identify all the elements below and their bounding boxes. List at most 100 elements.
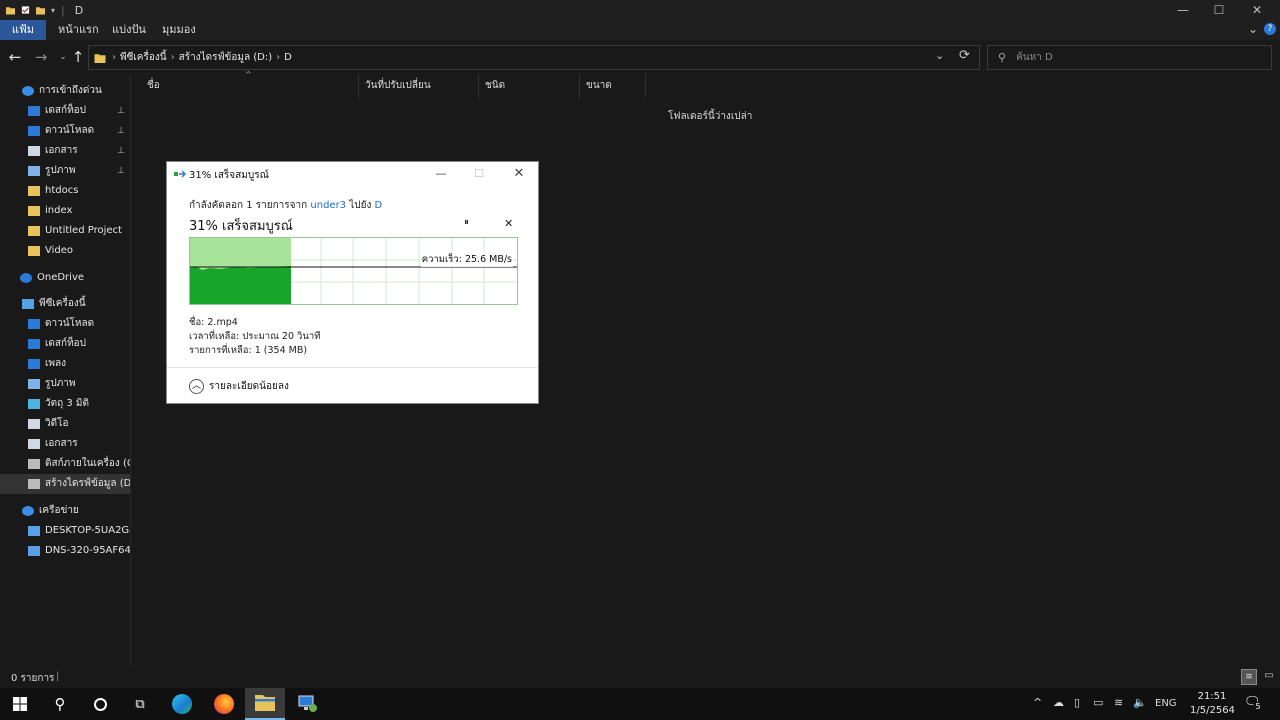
search-box[interactable]: ⚲ ค้นหา D (987, 45, 1272, 70)
sidebar-item[interactable]: DESKTOP-5UA2G81 (0, 521, 130, 541)
new-folder-icon[interactable] (36, 5, 45, 15)
back-arrow-icon[interactable]: ← (6, 48, 24, 66)
dialog-minimize-button[interactable]: — (433, 166, 449, 182)
address-dropdown-icon[interactable]: ⌄ (935, 49, 944, 62)
navigation-pane: การเข้าถึงด่วน เดสก์ท็อป ⊥ ดาวน์โหลด ⊥ เอกสาร… (0, 74, 131, 668)
show-hidden-icons-icon[interactable]: ^ (1033, 696, 1042, 709)
fewer-details-button[interactable]: ︿ รายละเอียดน้อยลง (189, 379, 289, 394)
sidebar-item[interactable]: สร้างไดรฟ์ข้อมูล (D:) (0, 474, 130, 494)
sidebar-item[interactable]: พีซีเครื่องนี้ (0, 294, 130, 314)
desktop-icon (28, 339, 40, 349)
sidebar-item-label: พีซีเครื่องนี้ (39, 298, 86, 309)
task-view-icon[interactable]: ⧉ (120, 688, 160, 720)
taskbar: ⚲ ⧉ ^ ☁ ▯ ▭ ≋ 🔈 ENG 21:51 1/5/2564 🗨 5 (0, 688, 1280, 720)
search-taskbar-icon[interactable]: ⚲ (40, 688, 80, 720)
sidebar-item[interactable]: ดิสก์ภายในเครื่อง (C:) (0, 454, 130, 474)
pause-button[interactable]: ⏸ (464, 217, 469, 228)
column-name[interactable]: ชื่อ (141, 74, 359, 98)
sidebar-item[interactable]: ดาวน์โหลด ⊥ (0, 121, 130, 141)
windows-icon (13, 697, 27, 711)
source-link[interactable]: under3 (310, 200, 346, 211)
sidebar-item[interactable]: Video (0, 241, 130, 261)
close-button[interactable]: ✕ (1234, 0, 1280, 20)
sidebar-item[interactable]: ดาวน์โหลด (0, 314, 130, 334)
document-icon (28, 439, 40, 449)
tab-view[interactable]: มุมมอง (152, 20, 206, 40)
battery-icon[interactable]: ▭ (1093, 696, 1103, 709)
status-divider: | (56, 671, 60, 682)
tab-share[interactable]: แบ่งปัน (102, 20, 156, 40)
window-title: D (74, 3, 84, 17)
destination-link[interactable]: D (375, 200, 383, 211)
sidebar-item[interactable]: เดสก์ท็อป (0, 334, 130, 354)
sidebar-item[interactable]: รูปภาพ ⊥ (0, 161, 130, 181)
sidebar-item[interactable]: เดสก์ท็อป ⊥ (0, 101, 130, 121)
address-bar[interactable]: › พีซีเครื่องนี้ › สร้างไดรฟ์ข้อมูล (D:)… (88, 45, 980, 70)
fewer-details-label: รายละเอียดน้อยลง (209, 381, 289, 392)
sidebar-item[interactable]: วัตถุ 3 มิติ (0, 394, 130, 414)
sidebar-item[interactable]: เอกสาร (0, 434, 130, 454)
large-icons-view-icon[interactable]: ▭ (1261, 669, 1277, 685)
pin-icon: ⊥ (117, 166, 125, 176)
breadcrumb-separator[interactable]: › (171, 52, 175, 63)
dialog-close-button[interactable]: ✕ (511, 166, 527, 182)
help-icon[interactable]: ? (1264, 23, 1276, 35)
sidebar-item[interactable]: รูปภาพ (0, 374, 130, 394)
refresh-icon[interactable]: ⟳ (959, 48, 970, 63)
forward-arrow-icon[interactable]: → (32, 48, 50, 66)
breadcrumb-drive-d[interactable]: สร้างไดรฟ์ข้อมูล (D:) (179, 50, 273, 65)
input-language[interactable]: ENG (1155, 698, 1177, 709)
details-view-icon[interactable]: ≡ (1241, 669, 1257, 685)
title-separator: | (61, 3, 65, 17)
up-arrow-icon[interactable]: ↑ (69, 48, 87, 66)
sidebar-item[interactable]: การเข้าถึงด่วน (0, 81, 130, 101)
sidebar-item-label: OneDrive (37, 272, 85, 283)
cancel-button[interactable]: ✕ (504, 217, 513, 230)
sidebar-item-label: htdocs (45, 185, 79, 196)
ribbon-collapse-icon[interactable]: ⌄ (1248, 22, 1258, 36)
breadcrumb-folder-d[interactable]: D (284, 52, 292, 63)
desktop-icon (28, 106, 40, 116)
sidebar-item[interactable]: Untitled Project (0, 221, 130, 241)
tab-home[interactable]: หน้าแรก (48, 20, 109, 40)
sidebar-item[interactable]: OneDrive (0, 268, 130, 288)
breadcrumb-this-pc[interactable]: พีซีเครื่องนี้ (120, 50, 167, 65)
sidebar-item[interactable]: index (0, 201, 130, 221)
sidebar-item-label: รูปภาพ (45, 378, 76, 389)
sidebar-item[interactable]: DNS-320-95AF64 (0, 541, 130, 561)
column-date-modified[interactable]: วันที่ปรับเปลี่ยน (359, 74, 479, 98)
properties-icon[interactable] (21, 5, 30, 15)
sidebar-item[interactable]: เอกสาร ⊥ (0, 141, 130, 161)
onedrive-icon[interactable]: ☁ (1053, 696, 1064, 709)
file-explorer-icon[interactable] (245, 688, 285, 720)
customize-toolbar-icon[interactable]: ▾ (51, 6, 55, 15)
device-icon[interactable]: ▯ (1074, 696, 1080, 709)
column-type[interactable]: ชนิด (479, 74, 580, 98)
column-size[interactable]: ขนาด (580, 74, 646, 98)
copy-mid: ไปยัง (349, 200, 372, 211)
pin-icon: ⊥ (117, 106, 125, 116)
volume-icon[interactable]: 🔈 (1133, 696, 1147, 709)
tab-file[interactable]: แฟ้ม (0, 20, 46, 40)
sidebar-item[interactable]: เพลง (0, 354, 130, 374)
clock[interactable]: 21:51 1/5/2564 (1190, 690, 1235, 718)
wifi-icon[interactable]: ≋ (1114, 696, 1123, 709)
sidebar-item[interactable]: วิดีโอ (0, 414, 130, 434)
sidebar-item-label: เอกสาร (45, 145, 78, 156)
remote-desktop-icon[interactable] (288, 688, 328, 720)
breadcrumb-separator[interactable]: › (276, 52, 280, 63)
sidebar-item-label: รูปภาพ (45, 165, 76, 176)
sidebar-item[interactable]: เครือข่าย (0, 501, 130, 521)
search-input[interactable]: ค้นหา D (1016, 50, 1053, 65)
time-remaining: เวลาที่เหลือ: ประมาณ 20 วินาที (189, 331, 321, 342)
breadcrumb-separator[interactable]: › (112, 52, 116, 63)
edge-icon[interactable] (162, 688, 202, 720)
sidebar-item[interactable]: htdocs (0, 181, 130, 201)
empty-folder-text: โฟลเดอร์นี้ว่างเปล่า (668, 111, 753, 122)
start-button[interactable] (0, 688, 40, 720)
notification-center-icon[interactable]: 🗨 5 (1244, 695, 1264, 713)
search-icon: ⚲ (998, 51, 1007, 64)
firefox-icon[interactable] (204, 688, 244, 720)
cloud-icon (20, 273, 32, 283)
cortana-icon[interactable] (80, 688, 120, 720)
